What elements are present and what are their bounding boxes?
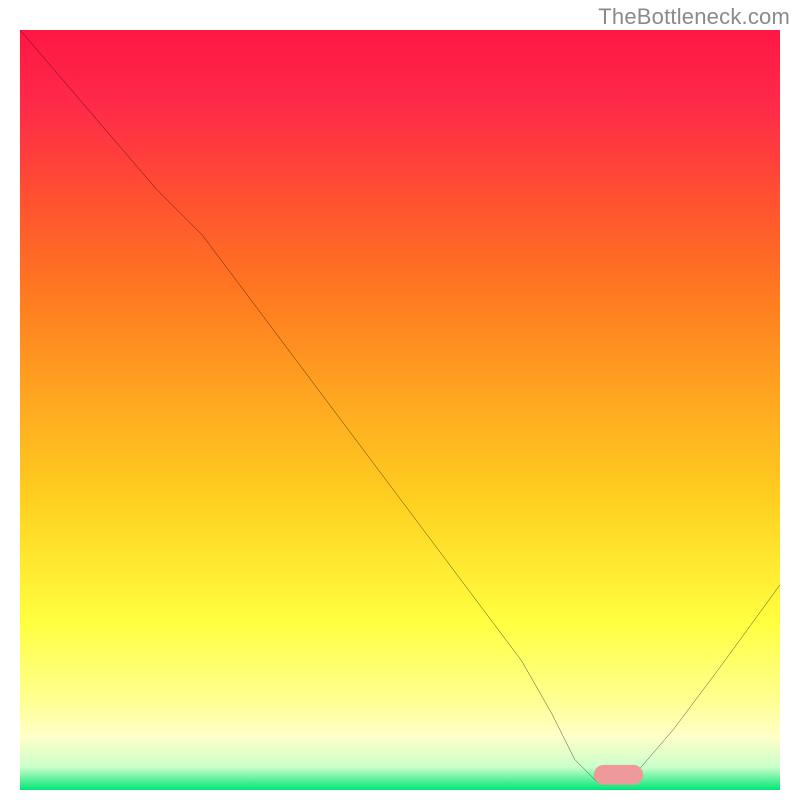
optimal-range-marker bbox=[594, 765, 643, 785]
chart-background bbox=[20, 30, 780, 790]
chart-container: TheBottleneck.com bbox=[0, 0, 800, 800]
watermark-text: TheBottleneck.com bbox=[598, 4, 790, 30]
bottleneck-chart bbox=[20, 30, 780, 790]
